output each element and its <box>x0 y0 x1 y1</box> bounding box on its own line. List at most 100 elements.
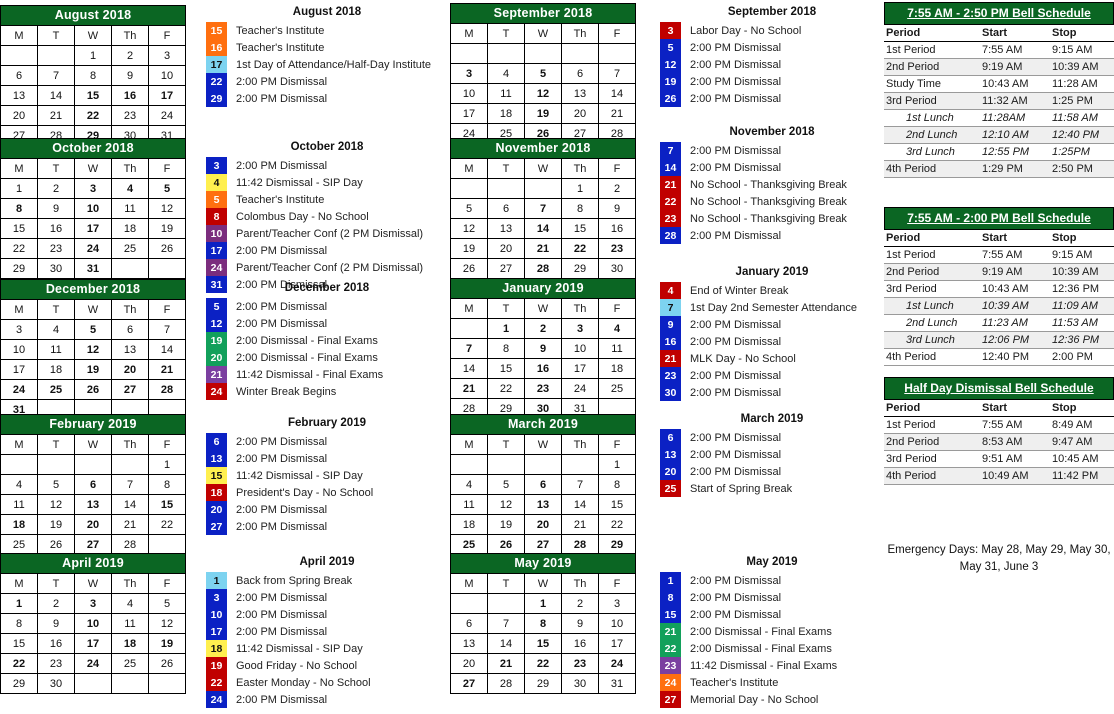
calendar-day-cell[interactable]: 23 <box>598 238 636 259</box>
calendar-day-cell[interactable]: 17 <box>450 103 488 124</box>
calendar-day-cell[interactable]: 4 <box>487 63 525 84</box>
calendar-day-cell[interactable]: 2 <box>37 593 75 614</box>
calendar-day-cell[interactable]: 11 <box>111 198 149 219</box>
calendar-day-cell[interactable]: 11 <box>487 83 525 104</box>
calendar-day-cell[interactable]: 30 <box>561 673 599 694</box>
calendar-day-cell[interactable]: 17 <box>148 85 186 106</box>
calendar-day-cell[interactable]: 8 <box>0 613 38 634</box>
calendar-day-cell[interactable]: 19 <box>524 103 562 124</box>
calendar-day-cell[interactable]: 3 <box>148 45 186 66</box>
calendar-day-cell[interactable]: 10 <box>450 83 488 104</box>
calendar-day-cell[interactable]: 13 <box>111 339 149 360</box>
calendar-day-cell[interactable]: 28 <box>148 379 186 400</box>
calendar-day-cell[interactable]: 1 <box>524 593 562 614</box>
calendar-day-cell[interactable]: 4 <box>598 318 636 339</box>
calendar-day-cell[interactable]: 3 <box>74 178 112 199</box>
calendar-day-cell[interactable]: 12 <box>148 613 186 634</box>
calendar-day-cell[interactable]: 4 <box>0 474 38 495</box>
calendar-day-cell[interactable]: 9 <box>37 613 75 634</box>
calendar-day-cell[interactable]: 20 <box>487 238 525 259</box>
calendar-day-cell[interactable]: 14 <box>487 633 525 654</box>
calendar-day-cell[interactable]: 21 <box>524 238 562 259</box>
calendar-day-cell[interactable]: 7 <box>148 319 186 340</box>
calendar-day-cell[interactable]: 18 <box>111 218 149 239</box>
calendar-day-cell[interactable]: 27 <box>524 534 562 555</box>
calendar-day-cell[interactable]: 21 <box>37 105 75 126</box>
calendar-day-cell[interactable]: 5 <box>524 63 562 84</box>
calendar-day-cell[interactable]: 20 <box>450 653 488 674</box>
calendar-day-cell[interactable]: 4 <box>37 319 75 340</box>
calendar-day-cell[interactable]: 1 <box>148 454 186 475</box>
calendar-day-cell[interactable]: 25 <box>111 653 149 674</box>
calendar-day-cell[interactable]: 18 <box>111 633 149 654</box>
calendar-day-cell[interactable]: 3 <box>598 593 636 614</box>
calendar-day-cell[interactable]: 19 <box>487 514 525 535</box>
calendar-day-cell[interactable]: 28 <box>111 534 149 555</box>
calendar-day-cell[interactable]: 10 <box>0 339 38 360</box>
calendar-day-cell[interactable]: 18 <box>487 103 525 124</box>
calendar-day-cell[interactable]: 10 <box>561 338 599 359</box>
calendar-day-cell[interactable]: 25 <box>37 379 75 400</box>
calendar-day-cell[interactable]: 1 <box>74 45 112 66</box>
calendar-day-cell[interactable]: 5 <box>37 474 75 495</box>
calendar-day-cell[interactable]: 9 <box>111 65 149 86</box>
calendar-day-cell[interactable]: 10 <box>598 613 636 634</box>
calendar-day-cell[interactable]: 13 <box>524 494 562 515</box>
calendar-day-cell[interactable]: 4 <box>111 593 149 614</box>
calendar-day-cell[interactable]: 19 <box>450 238 488 259</box>
calendar-day-cell[interactable]: 2 <box>524 318 562 339</box>
calendar-day-cell[interactable]: 6 <box>524 474 562 495</box>
calendar-day-cell[interactable]: 14 <box>598 83 636 104</box>
calendar-day-cell[interactable]: 6 <box>487 198 525 219</box>
calendar-day-cell[interactable]: 7 <box>524 198 562 219</box>
calendar-day-cell[interactable]: 13 <box>487 218 525 239</box>
calendar-day-cell[interactable]: 11 <box>0 494 38 515</box>
calendar-day-cell[interactable]: 1 <box>0 593 38 614</box>
calendar-day-cell[interactable]: 13 <box>74 494 112 515</box>
calendar-day-cell[interactable]: 14 <box>450 358 488 379</box>
calendar-day-cell[interactable]: 3 <box>74 593 112 614</box>
calendar-day-cell[interactable]: 9 <box>524 338 562 359</box>
calendar-day-cell[interactable]: 22 <box>148 514 186 535</box>
calendar-day-cell[interactable]: 15 <box>524 633 562 654</box>
calendar-day-cell[interactable]: 7 <box>450 338 488 359</box>
calendar-day-cell[interactable]: 27 <box>74 534 112 555</box>
calendar-day-cell[interactable]: 29 <box>561 258 599 279</box>
calendar-day-cell[interactable]: 8 <box>148 474 186 495</box>
calendar-day-cell[interactable]: 31 <box>598 673 636 694</box>
calendar-day-cell[interactable]: 18 <box>0 514 38 535</box>
calendar-day-cell[interactable]: 18 <box>450 514 488 535</box>
calendar-day-cell[interactable]: 25 <box>598 378 636 399</box>
calendar-day-cell[interactable]: 28 <box>524 258 562 279</box>
calendar-day-cell[interactable]: 7 <box>37 65 75 86</box>
calendar-day-cell[interactable]: 3 <box>450 63 488 84</box>
calendar-day-cell[interactable]: 20 <box>111 359 149 380</box>
calendar-day-cell[interactable]: 10 <box>74 198 112 219</box>
calendar-day-cell[interactable]: 29 <box>0 258 38 279</box>
calendar-day-cell[interactable]: 26 <box>450 258 488 279</box>
calendar-day-cell[interactable]: 22 <box>487 378 525 399</box>
calendar-day-cell[interactable]: 8 <box>524 613 562 634</box>
calendar-day-cell[interactable]: 20 <box>74 514 112 535</box>
calendar-day-cell[interactable]: 24 <box>148 105 186 126</box>
calendar-day-cell[interactable]: 24 <box>0 379 38 400</box>
calendar-day-cell[interactable]: 3 <box>0 319 38 340</box>
calendar-day-cell[interactable]: 5 <box>74 319 112 340</box>
calendar-day-cell[interactable]: 21 <box>111 514 149 535</box>
calendar-day-cell[interactable]: 24 <box>561 378 599 399</box>
calendar-day-cell[interactable]: 22 <box>598 514 636 535</box>
calendar-day-cell[interactable]: 11 <box>598 338 636 359</box>
calendar-day-cell[interactable]: 27 <box>487 258 525 279</box>
calendar-day-cell[interactable]: 13 <box>0 85 38 106</box>
calendar-day-cell[interactable]: 8 <box>74 65 112 86</box>
calendar-day-cell[interactable]: 9 <box>598 198 636 219</box>
calendar-day-cell[interactable]: 26 <box>74 379 112 400</box>
calendar-day-cell[interactable]: 5 <box>148 178 186 199</box>
calendar-day-cell[interactable]: 6 <box>0 65 38 86</box>
calendar-day-cell[interactable]: 13 <box>561 83 599 104</box>
calendar-day-cell[interactable]: 17 <box>598 633 636 654</box>
calendar-day-cell[interactable]: 11 <box>450 494 488 515</box>
calendar-day-cell[interactable]: 4 <box>450 474 488 495</box>
calendar-day-cell[interactable]: 8 <box>487 338 525 359</box>
calendar-day-cell[interactable]: 15 <box>74 85 112 106</box>
